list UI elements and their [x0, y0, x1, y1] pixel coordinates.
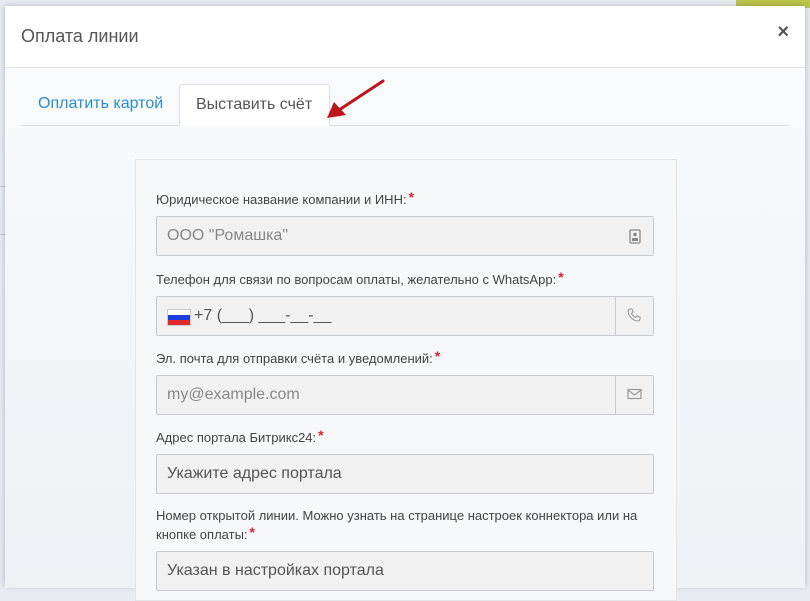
required-mark: * — [318, 427, 324, 443]
portal-placeholder: Укажите адрес портала — [167, 465, 342, 482]
close-icon[interactable]: × — [777, 22, 789, 42]
phone-label: Телефон для связи по вопросам оплаты, же… — [156, 269, 564, 287]
phone-input[interactable]: +7 (___) ___-__-__ — [156, 296, 654, 336]
company-field: Юридическое название компании и ИНН: * ОО… — [156, 189, 654, 256]
portal-label: Адрес портала Битрикс24: * — [156, 427, 324, 445]
annotation-arrow-icon — [327, 79, 385, 118]
tab-pay-by-card[interactable]: Оплатить картой — [22, 84, 179, 124]
email-addon — [615, 376, 653, 414]
company-input[interactable]: ООО "Ромашка" — [156, 216, 654, 256]
envelope-icon — [627, 388, 642, 400]
line-placeholder: Указан в настройках портала — [167, 562, 384, 579]
tab-issue-invoice[interactable]: Выставить счёт — [179, 84, 330, 126]
line-input[interactable]: Указан в настройках портала — [156, 551, 654, 591]
phone-field: Телефон для связи по вопросам оплаты, же… — [156, 269, 654, 336]
email-input[interactable]: my@example.com — [156, 375, 654, 415]
email-field: Эл. почта для отправки счёта и уведомлен… — [156, 348, 654, 415]
required-mark: * — [408, 189, 415, 205]
payment-modal: Оплата линии × Оплатить картой Выставить… — [5, 6, 805, 601]
phone-mask: +7 (___) ___-__-__ — [194, 307, 332, 324]
company-placeholder: ООО "Ромашка" — [167, 227, 288, 244]
modal-title: Оплата линии — [21, 26, 139, 46]
portal-input[interactable]: Укажите адрес портала — [156, 454, 654, 494]
modal-header: Оплата линии × — [5, 6, 805, 68]
required-mark: * — [558, 269, 564, 285]
email-placeholder: my@example.com — [167, 386, 300, 403]
line-label: Номер открытой линии. Можно узнать на ст… — [156, 508, 638, 542]
phone-addon — [615, 297, 653, 335]
email-label: Эл. почта для отправки счёта и уведомлен… — [156, 348, 441, 366]
portal-field: Адрес портала Битрикс24: * Укажите адрес … — [156, 427, 654, 494]
invoice-form: Юридическое название компании и ИНН: * ОО… — [135, 159, 677, 601]
company-label: Юридическое название компании и ИНН: * — [156, 189, 415, 207]
line-field: Номер открытой линии. Можно узнать на ст… — [156, 506, 654, 591]
russia-flag-icon[interactable] — [167, 309, 191, 326]
phone-icon — [627, 308, 641, 322]
required-mark: * — [434, 348, 441, 364]
modal-body: Оплатить картой Выставить счёт Юридическ… — [5, 68, 805, 601]
tab-bar: Оплатить картой Выставить счёт — [21, 79, 789, 126]
required-mark: * — [249, 524, 255, 540]
contact-card-icon — [629, 229, 641, 244]
